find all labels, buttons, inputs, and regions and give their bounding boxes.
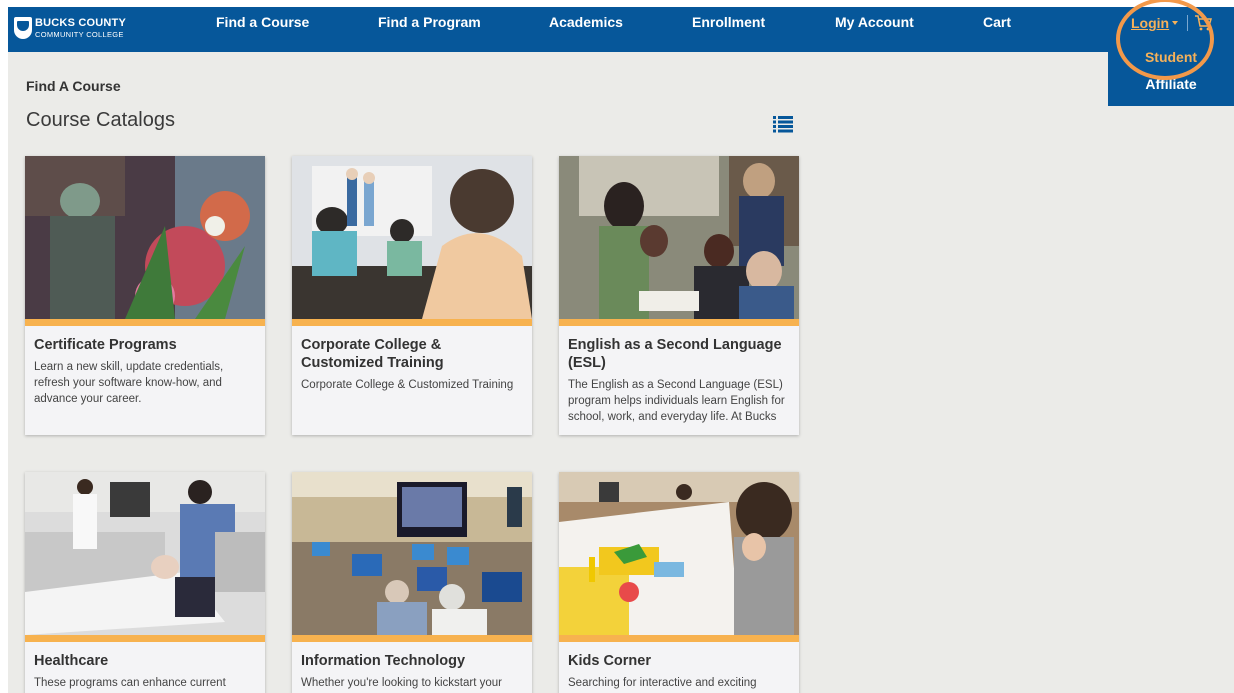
card-accent-stripe xyxy=(25,319,265,326)
college-logo[interactable]: BUCKS COUNTY COMMUNITY COLLEGE xyxy=(14,17,126,39)
information-technology-image xyxy=(292,472,532,635)
card-accent-stripe xyxy=(559,319,799,326)
header-divider xyxy=(1187,15,1189,31)
nav-find-a-course[interactable]: Find a Course xyxy=(216,14,309,31)
login-dropdown-menu: Student Affiliate xyxy=(1108,49,1234,106)
nav-academics[interactable]: Academics xyxy=(549,14,623,31)
chevron-down-icon[interactable] xyxy=(1172,21,1179,25)
card-title: English as a Second Language (ESL) xyxy=(568,337,782,371)
login-button[interactable]: Login xyxy=(1131,15,1169,31)
breadcrumb: Find A Course xyxy=(26,78,121,94)
certificate-programs-image xyxy=(25,156,265,319)
card-description: Learn a new skill, update credentials, r… xyxy=(34,361,224,405)
card-accent-stripe xyxy=(559,635,799,642)
card-description: Whether you're looking to kickstart your xyxy=(301,677,502,689)
logo-line-1: BUCKS COUNTY xyxy=(35,16,127,29)
login-menu-affiliate[interactable]: Affiliate xyxy=(1108,76,1234,92)
nav-cart[interactable]: Cart xyxy=(983,14,1011,31)
catalog-card-corporate-college[interactable]: Corporate College & Customized Training … xyxy=(292,156,532,435)
page-title: Course Catalogs xyxy=(26,109,175,131)
catalog-card-esl[interactable]: English as a Second Language (ESL) The E… xyxy=(559,156,799,435)
card-accent-stripe xyxy=(25,635,265,642)
card-description: Searching for interactive and exciting xyxy=(568,677,757,689)
card-accent-stripe xyxy=(292,319,532,326)
catalog-card-certificate-programs[interactable]: Certificate Programs Learn a new skill, … xyxy=(25,156,265,435)
card-title: Kids Corner xyxy=(568,653,651,669)
shopping-cart-icon[interactable] xyxy=(1194,14,1213,32)
login-menu-student[interactable]: Student xyxy=(1108,49,1234,65)
card-description: The English as a Second Language (ESL) p… xyxy=(568,379,785,423)
login-area: Login xyxy=(1131,14,1213,32)
corporate-college-image xyxy=(292,156,532,319)
logo-line-2: COMMUNITY COLLEGE xyxy=(35,29,124,39)
list-view-icon[interactable] xyxy=(773,115,793,133)
card-description: These programs can enhance current xyxy=(34,677,226,689)
card-title: Certificate Programs xyxy=(34,337,177,353)
catalog-card-information-technology[interactable]: Information Technology Whether you're lo… xyxy=(292,472,532,693)
healthcare-image xyxy=(25,472,265,635)
card-description: Corporate College & Customized Training xyxy=(301,379,514,391)
nav-my-account[interactable]: My Account xyxy=(835,14,914,31)
card-title: Corporate College & Customized Training xyxy=(301,337,444,371)
card-title: Information Technology xyxy=(301,653,466,669)
catalog-card-healthcare[interactable]: Healthcare These programs can enhance cu… xyxy=(25,472,265,693)
catalog-card-kids-corner[interactable]: Kids Corner Searching for interactive an… xyxy=(559,472,799,693)
kids-corner-image xyxy=(559,472,799,635)
card-title: Healthcare xyxy=(34,653,109,669)
crest-icon xyxy=(14,17,32,39)
esl-image xyxy=(559,156,799,319)
card-accent-stripe xyxy=(292,635,532,642)
nav-find-a-program[interactable]: Find a Program xyxy=(378,14,481,31)
nav-enrollment[interactable]: Enrollment xyxy=(692,14,765,31)
